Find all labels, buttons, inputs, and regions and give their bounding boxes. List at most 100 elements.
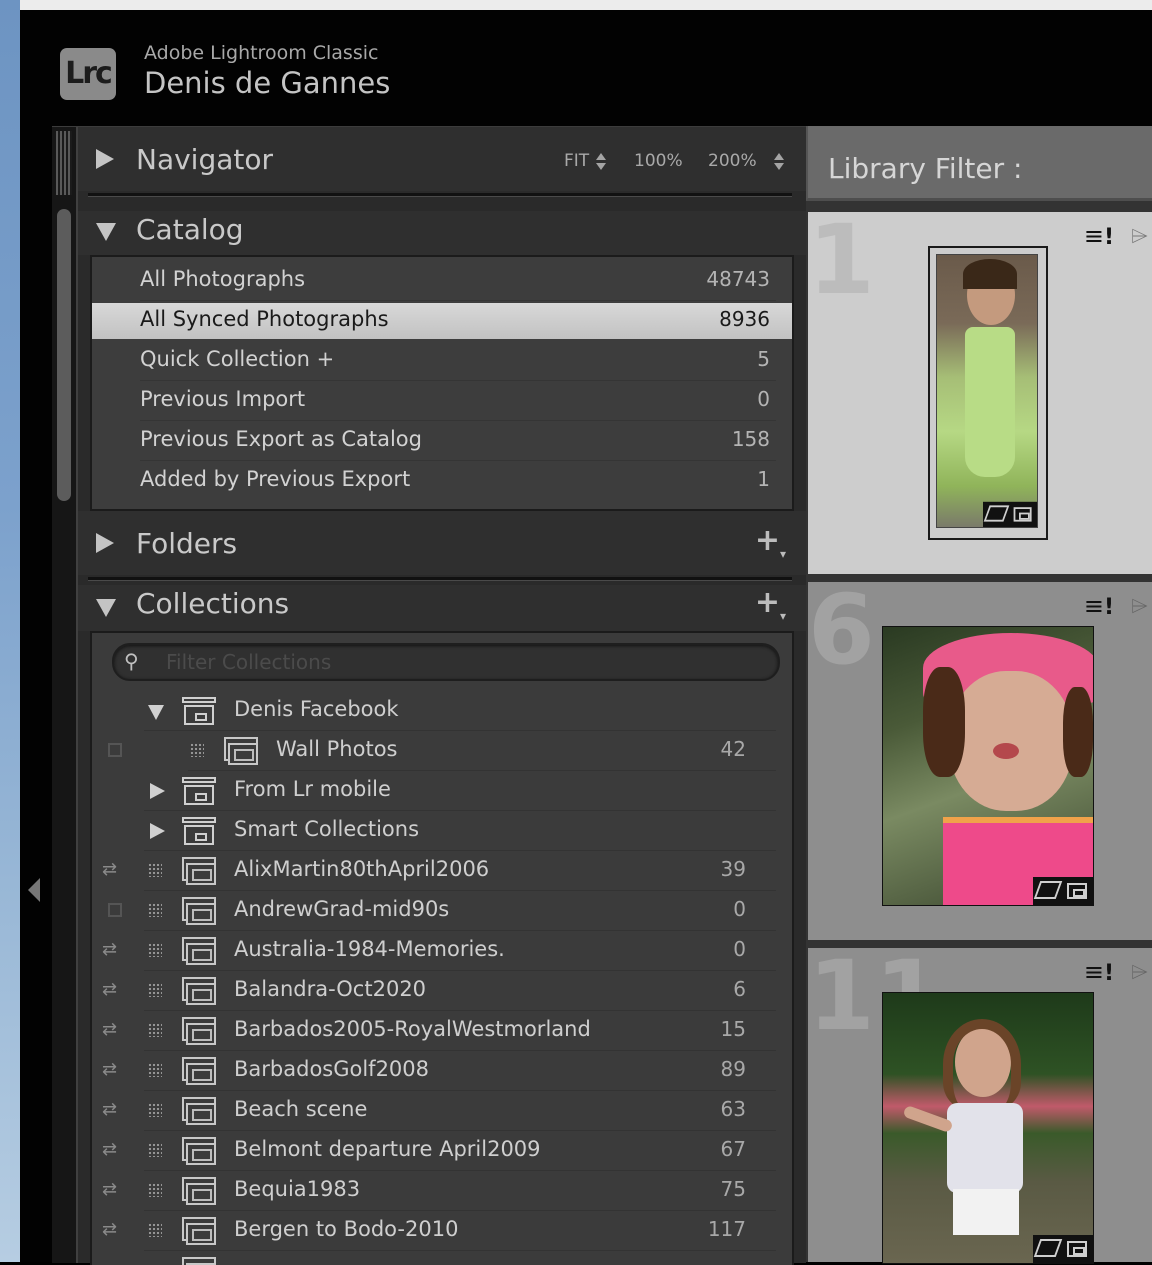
catalog-item-count: 158 bbox=[731, 427, 770, 451]
collection-count: 89 bbox=[720, 1057, 746, 1081]
flag-icon[interactable]: ⌲ bbox=[1131, 594, 1148, 619]
grid-cell[interactable]: 11 ≡! ⌲ bbox=[808, 948, 1152, 1264]
left-panel: Navigator FIT 100% 200% Catalog All Phot… bbox=[52, 126, 806, 1265]
photo-thumbnail[interactable] bbox=[936, 254, 1038, 528]
app-name: Adobe Lightroom Classic bbox=[144, 42, 379, 64]
grid-cell[interactable]: 6 ≡! ⌲ bbox=[808, 582, 1152, 940]
collection-row[interactable]: ⇄ Belmont departure April2009 67 bbox=[92, 1131, 792, 1171]
collection-child-icon bbox=[148, 903, 162, 917]
collection-child-icon bbox=[148, 983, 162, 997]
left-panel-scrollbar[interactable] bbox=[52, 127, 78, 1263]
menu-icon[interactable]: ≡! bbox=[1084, 592, 1114, 620]
collection-label: Balandra-Oct2020 bbox=[234, 977, 427, 1001]
expand-triangle-icon[interactable] bbox=[96, 149, 114, 169]
sync-arrows-icon[interactable]: ⇄ bbox=[102, 1139, 117, 1160]
filter-collections-search[interactable]: ⚲ Filter Collections bbox=[112, 643, 780, 681]
collapse-triangle-icon[interactable] bbox=[96, 223, 116, 241]
flag-icon[interactable]: ⌲ bbox=[1131, 960, 1148, 985]
collection-set-row[interactable]: Smart Collections bbox=[92, 811, 792, 851]
collapse-triangle-icon[interactable] bbox=[96, 599, 116, 617]
desktop-background bbox=[0, 0, 20, 1262]
collection-child-icon bbox=[148, 943, 162, 957]
catalog-item[interactable]: Added by Previous Export 1 bbox=[92, 461, 792, 501]
collapse-triangle-icon[interactable] bbox=[148, 705, 164, 720]
metadata-badge-icon[interactable] bbox=[1033, 877, 1093, 905]
add-collection-plus-icon[interactable]: +▾ bbox=[755, 585, 786, 623]
collection-set-label: From Lr mobile bbox=[234, 777, 391, 801]
collection-row[interactable]: ⇄ Balandra-Oct2020 6 bbox=[92, 971, 792, 1011]
collection-row[interactable]: ⇄ Australia-1984-Memories. 0 bbox=[92, 931, 792, 971]
zoom-fit-stepper-icon[interactable] bbox=[596, 153, 606, 171]
catalog-item[interactable]: All Photographs 48743 bbox=[92, 261, 792, 301]
zoom-fit-option[interactable]: FIT bbox=[564, 151, 589, 171]
collection-count: 67 bbox=[720, 1137, 746, 1161]
catalog-item[interactable]: Quick Collection + 5 bbox=[92, 341, 792, 381]
sync-arrows-icon[interactable]: ⇄ bbox=[102, 1099, 117, 1120]
zoom-200-option[interactable]: 200% bbox=[708, 151, 757, 171]
photo-thumbnail[interactable] bbox=[882, 992, 1094, 1264]
sync-arrows-icon[interactable]: ⇄ bbox=[102, 1219, 117, 1240]
collection-child-icon bbox=[148, 1103, 162, 1117]
sync-arrows-icon[interactable]: ⇄ bbox=[102, 939, 117, 960]
sync-arrows-icon[interactable]: ⇄ bbox=[102, 1019, 117, 1040]
collection-child-icon bbox=[148, 1223, 162, 1237]
metadata-badge-icon[interactable] bbox=[983, 501, 1037, 527]
collection-row[interactable]: ⇄ Beach scene 63 bbox=[92, 1091, 792, 1131]
collection-label: BarbadosGolf2008 bbox=[234, 1057, 430, 1081]
catalog-title: Catalog bbox=[136, 213, 244, 246]
catalog-item[interactable]: Previous Export as Catalog 158 bbox=[92, 421, 792, 461]
zoom-ratio-stepper-icon[interactable] bbox=[774, 153, 784, 171]
flag-icon[interactable]: ⌲ bbox=[1131, 224, 1148, 249]
add-folder-plus-icon[interactable]: +▾ bbox=[755, 523, 786, 561]
catalog-item[interactable]: Previous Import 0 bbox=[92, 381, 792, 421]
collection-icon bbox=[182, 1097, 216, 1125]
collection-label: AndrewGrad-mid90s bbox=[234, 897, 450, 921]
metadata-badge-icon[interactable] bbox=[1033, 1235, 1093, 1263]
collection-set-icon bbox=[182, 777, 216, 805]
collection-row[interactable]: ⇄ Barbados2005-RoyalWestmorland 15 bbox=[92, 1011, 792, 1051]
zoom-100-option[interactable]: 100% bbox=[634, 151, 683, 171]
photo-frame[interactable] bbox=[928, 246, 1048, 540]
collection-set-row[interactable]: Denis Facebook bbox=[92, 691, 792, 731]
library-filter-bar[interactable]: Library Filter : bbox=[806, 126, 1152, 201]
grid-cell-selected[interactable]: 1 ≡! ⌲ bbox=[808, 212, 1152, 574]
collection-row[interactable]: ⇄ Bequia1983 75 bbox=[92, 1171, 792, 1211]
folders-header[interactable]: Folders +▾ bbox=[78, 511, 806, 575]
collection-row[interactable]: AndrewGrad-mid90s 0 bbox=[92, 891, 792, 931]
menu-icon[interactable]: ≡! bbox=[1084, 222, 1114, 250]
collection-row[interactable]: ⇄ Bergen to Bodo-2010 117 bbox=[92, 1211, 792, 1251]
sync-arrows-icon[interactable]: ⇄ bbox=[102, 979, 117, 1000]
panel-resize-grip[interactable] bbox=[56, 131, 72, 195]
sync-arrows-icon[interactable]: ⇄ bbox=[102, 1179, 117, 1200]
catalog-item-label: All Photographs bbox=[140, 267, 306, 291]
collection-icon bbox=[182, 857, 216, 885]
navigator-header[interactable]: Navigator FIT 100% 200% bbox=[78, 127, 806, 191]
scrollbar-thumb[interactable] bbox=[57, 209, 71, 501]
collection-row-partial[interactable] bbox=[92, 1251, 792, 1265]
catalog-header[interactable]: Catalog bbox=[78, 211, 806, 255]
collections-title: Collections bbox=[136, 587, 290, 620]
menu-icon[interactable]: ≡! bbox=[1084, 958, 1114, 986]
collection-icon bbox=[182, 1257, 216, 1265]
catalog-item-count: 0 bbox=[757, 387, 770, 411]
photo-thumbnail[interactable] bbox=[882, 626, 1094, 906]
expand-triangle-icon[interactable] bbox=[150, 823, 165, 839]
search-icon[interactable]: ⚲ bbox=[124, 649, 139, 673]
collection-set-row[interactable]: From Lr mobile bbox=[92, 771, 792, 811]
expand-triangle-icon[interactable] bbox=[150, 783, 165, 799]
collection-child-icon bbox=[148, 1143, 162, 1157]
collection-row[interactable]: ⇄ BarbadosGolf2008 89 bbox=[92, 1051, 792, 1091]
catalog-item-selected[interactable]: All Synced Photographs 8936 bbox=[92, 303, 792, 339]
target-checkbox[interactable] bbox=[108, 903, 122, 917]
expand-triangle-icon[interactable] bbox=[96, 533, 114, 553]
collection-count: 15 bbox=[720, 1017, 746, 1041]
collections-header[interactable]: Collections +▾ bbox=[78, 585, 806, 631]
collapse-left-panel-icon[interactable] bbox=[28, 878, 40, 902]
sync-arrows-icon[interactable]: ⇄ bbox=[102, 1059, 117, 1080]
catalog-item-count: 1 bbox=[757, 467, 770, 491]
user-identity-plate[interactable]: Denis de Gannes bbox=[144, 66, 390, 100]
collection-row[interactable]: ⇄ AlixMartin80thApril2006 39 bbox=[92, 851, 792, 891]
sync-arrows-icon[interactable]: ⇄ bbox=[102, 859, 117, 880]
target-checkbox[interactable] bbox=[108, 743, 122, 757]
collection-row[interactable]: Wall Photos 42 bbox=[92, 731, 792, 771]
